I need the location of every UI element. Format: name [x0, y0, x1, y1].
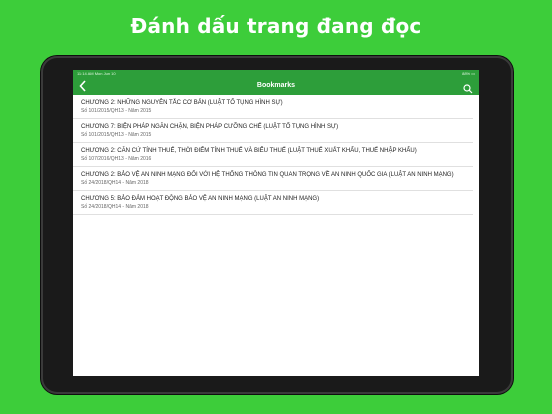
- bookmark-title: CHƯƠNG 2: CĂN CỨ TÍNH THUẾ, THỜI ĐIỂM TÍ…: [81, 148, 417, 154]
- bookmark-item[interactable]: CHƯƠNG 5: BẢO ĐẢM HOẠT ĐỘNG BẢO VỆ AN NI…: [73, 191, 473, 215]
- bookmark-title: CHƯƠNG 7: BIỆN PHÁP NGĂN CHẶN, BIỆN PHÁP…: [81, 124, 339, 130]
- search-icon: [463, 84, 473, 94]
- bookmark-subtitle: Số 101/2015/QH13 - Năm 2015: [81, 132, 152, 138]
- nav-bar: Bookmarks: [73, 77, 479, 95]
- status-bar: 11:14 AM Mon Jun 10 88% ▭: [73, 70, 479, 77]
- app-screen: 11:14 AM Mon Jun 10 88% ▭ Bookmarks CHƯƠ…: [73, 70, 479, 376]
- bookmark-subtitle: Số 24/2018/QH14 - Năm 2018: [81, 204, 149, 210]
- search-button[interactable]: [463, 81, 473, 94]
- bookmark-title: CHƯƠNG 5: BẢO ĐẢM HOẠT ĐỘNG BẢO VỆ AN NI…: [81, 196, 320, 202]
- bookmark-subtitle: Số 101/2015/QH13 - Năm 2015: [81, 108, 152, 114]
- bookmark-title: CHƯƠNG 2: BẢO VỆ AN NINH MẠNG ĐỐI VỚI HỆ…: [81, 172, 454, 178]
- bookmark-subtitle: Số 24/2018/QH14 - Năm 2018: [81, 180, 149, 186]
- promo-title: Đánh dấu trang đang đọc: [130, 14, 422, 38]
- page-title: Bookmarks: [256, 82, 296, 89]
- bookmark-list: CHƯƠNG 2: NHỮNG NGUYÊN TẮC CƠ BẢN (LUẬT …: [73, 95, 479, 215]
- bookmark-title: CHƯƠNG 2: NHỮNG NGUYÊN TẮC CƠ BẢN (LUẬT …: [81, 100, 283, 106]
- status-time: 11:14 AM Mon Jun 10: [77, 71, 116, 76]
- bookmark-item[interactable]: CHƯƠNG 2: BẢO VỆ AN NINH MẠNG ĐỐI VỚI HỆ…: [73, 167, 473, 191]
- bookmark-item[interactable]: CHƯƠNG 2: CĂN CỨ TÍNH THUẾ, THỜI ĐIỂM TÍ…: [73, 143, 473, 167]
- status-battery: 88% ▭: [462, 71, 475, 76]
- bookmark-subtitle: Số 107/2016/QH13 - Năm 2016: [81, 156, 152, 162]
- bookmark-item[interactable]: CHƯƠNG 2: NHỮNG NGUYÊN TẮC CƠ BẢN (LUẬT …: [73, 95, 473, 119]
- bookmark-item[interactable]: CHƯƠNG 7: BIỆN PHÁP NGĂN CHẶN, BIỆN PHÁP…: [73, 119, 473, 143]
